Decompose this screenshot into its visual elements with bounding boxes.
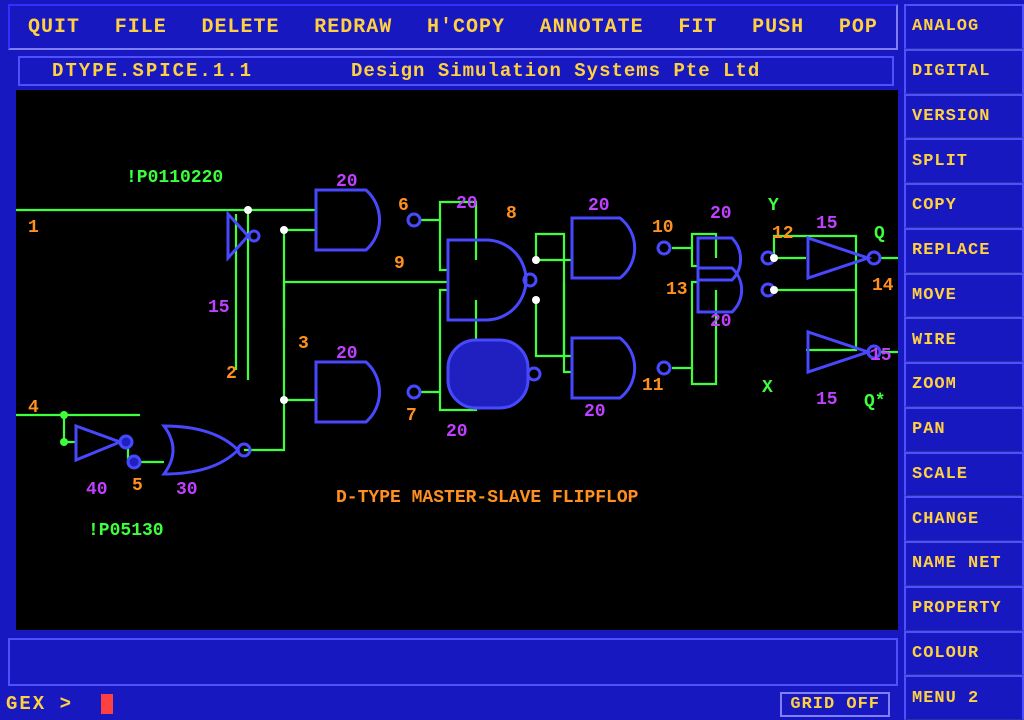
side-zoom[interactable]: ZOOM [904,362,1024,407]
pin-number: 8 [506,204,517,224]
fanout: 20 [710,204,732,224]
signal-y: Y [768,196,779,216]
signal-x: X [762,378,773,398]
fanout: 20 [710,312,732,332]
fanout: 15 [870,346,892,366]
side-pan[interactable]: PAN [904,407,1024,452]
fanout: 15 [816,214,838,234]
pin-number: 5 [132,476,143,496]
menu-annotate[interactable]: ANNOTATE [540,16,644,39]
pin-number: 1 [28,218,39,238]
pin-number: 2 [226,364,237,384]
side-analog[interactable]: ANALOG [904,4,1024,49]
side-change[interactable]: CHANGE [904,496,1024,541]
menu-push[interactable]: PUSH [752,16,804,39]
side-move[interactable]: MOVE [904,273,1024,318]
fanout: 40 [86,480,108,500]
title-bar: DTYPE.SPICE.1.1 Design Simulation System… [18,56,894,86]
menu-delete[interactable]: DELETE [201,16,279,39]
top-menu-bar: QUIT FILE DELETE REDRAW H'COPY ANNOTATE … [8,4,898,50]
menu-quit[interactable]: QUIT [28,16,80,39]
fanout: 30 [176,480,198,500]
side-property[interactable]: PROPERTY [904,586,1024,631]
side-menu: ANALOG DIGITAL VERSION SPLIT COPY REPLAC… [904,4,1024,720]
pin-number: 9 [394,254,405,274]
pin-number: 4 [28,398,39,418]
menu-fit[interactable]: FIT [678,16,717,39]
fanout: 15 [816,390,838,410]
fanout: 20 [588,196,610,216]
side-version[interactable]: VERSION [904,94,1024,139]
file-name: DTYPE.SPICE.1.1 [52,60,253,82]
status-bar [8,638,898,686]
menu-hcopy[interactable]: H'COPY [427,16,505,39]
signal-q: Q [874,224,885,244]
pin-number: 13 [666,280,688,300]
signal-qn: Q* [864,392,886,412]
side-scale[interactable]: SCALE [904,452,1024,497]
net-label: !P05130 [88,521,164,541]
fanout: 20 [336,344,358,364]
side-wire[interactable]: WIRE [904,317,1024,362]
grid-toggle-button[interactable]: GRID OFF [780,692,890,717]
side-split[interactable]: SPLIT [904,138,1024,183]
cmd-prompt: GEX > [6,693,73,715]
side-copy[interactable]: COPY [904,183,1024,228]
fanout: 20 [336,172,358,192]
pin-number: 10 [652,218,674,238]
company-name: Design Simulation Systems Pte Ltd [351,60,760,82]
pin-number: 12 [772,224,794,244]
menu-file[interactable]: FILE [115,16,167,39]
command-line[interactable]: GEX > GRID OFF [4,690,900,718]
cursor-icon [101,694,113,714]
pin-number: 6 [398,196,409,216]
fanout: 20 [584,402,606,422]
net-label: !P0110220 [126,168,223,188]
pin-number: 14 [872,276,894,296]
menu-pop[interactable]: POP [839,16,878,39]
side-colour[interactable]: COLOUR [904,631,1024,676]
fanout: 20 [446,422,468,442]
side-replace[interactable]: REPLACE [904,228,1024,273]
side-menu2[interactable]: MENU 2 [904,675,1024,720]
schematic-caption: D-TYPE MASTER-SLAVE FLIPFLOP [336,488,639,508]
pin-number: 3 [298,334,309,354]
schematic-canvas[interactable]: !P0110220 !P05130 1 2 3 4 5 6 7 8 9 10 1… [16,90,898,630]
side-name-net[interactable]: NAME NET [904,541,1024,586]
menu-redraw[interactable]: REDRAW [314,16,392,39]
fanout: 15 [208,298,230,318]
pin-number: 11 [642,376,664,396]
side-digital[interactable]: DIGITAL [904,49,1024,94]
pin-number: 7 [406,406,417,426]
fanout: 20 [456,194,478,214]
